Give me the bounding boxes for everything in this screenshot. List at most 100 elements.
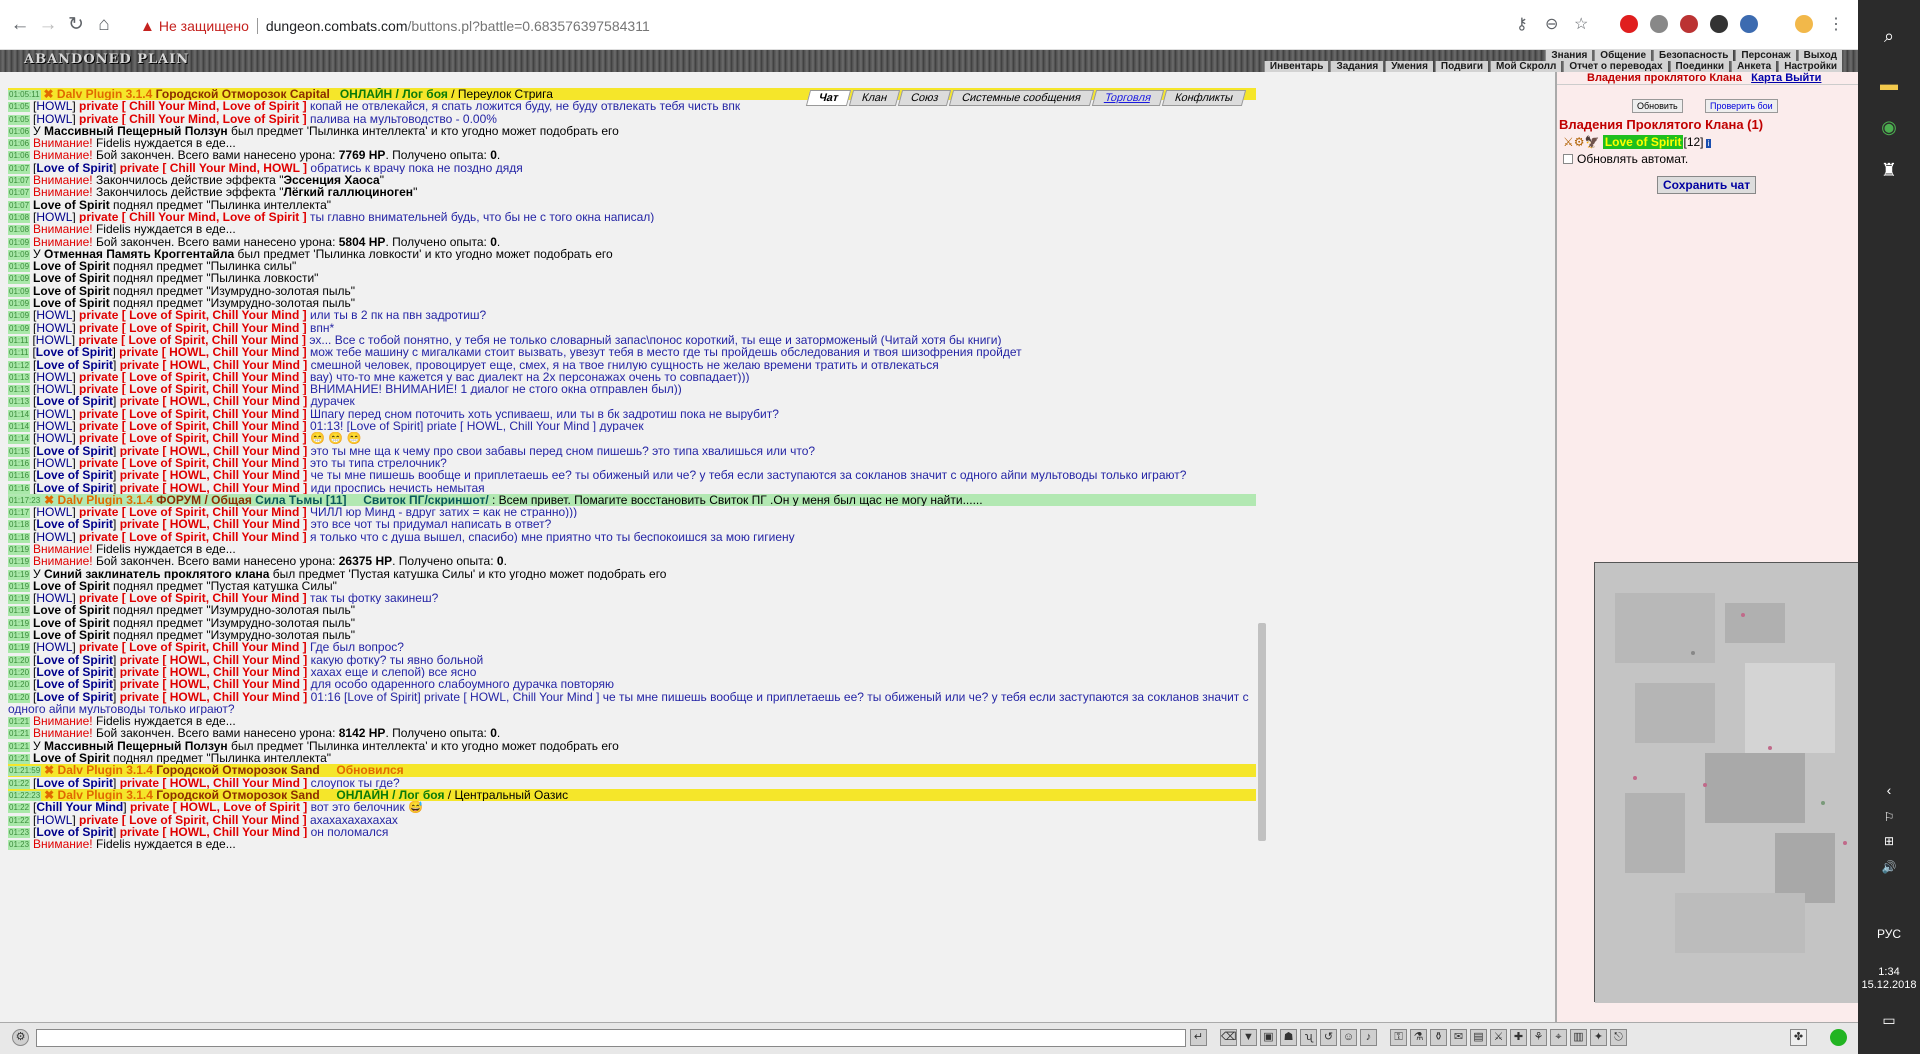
chat-timestamp[interactable]: 01:06 [8, 151, 31, 162]
chat-timestamp[interactable]: 01:14 [8, 422, 31, 433]
chat-timestamp[interactable]: 01:15 [8, 446, 31, 457]
chat-timestamp[interactable]: 01:19 [8, 569, 31, 580]
record-ext-icon[interactable] [1680, 15, 1698, 33]
chat-timestamp[interactable]: 01:16 [8, 458, 31, 469]
chat-timestamp[interactable]: 01:07 [8, 200, 31, 211]
tab-2[interactable]: Союз [897, 90, 952, 106]
auto-refresh-checkbox[interactable]: Обновлять автомат. [1563, 152, 1688, 166]
chat-timestamp[interactable]: 01:07 [8, 163, 31, 174]
zoom-icon[interactable]: ⊖ [1545, 15, 1558, 35]
menu-icon[interactable]: ⋮ [1828, 15, 1844, 35]
opera-ext-icon[interactable] [1620, 15, 1638, 33]
chat-timestamp[interactable]: 01:06 [8, 139, 31, 150]
menu-item[interactable]: Умения [1385, 61, 1433, 72]
menu-item[interactable]: Настройки [1778, 61, 1842, 72]
chat-timestamp[interactable]: 01:19 [8, 606, 31, 617]
file-explorer-icon[interactable]: ▬ [1877, 72, 1901, 96]
exit-icon[interactable]: ⎋ [1610, 1029, 1627, 1046]
chat-timestamp[interactable]: 01:19 [8, 643, 31, 654]
run-icon[interactable]: ☗ [1280, 1029, 1297, 1046]
save-icon[interactable]: ▣ [1260, 1029, 1277, 1046]
chat-timestamp[interactable]: 01:22:23 [8, 790, 42, 801]
chat-timestamp[interactable]: 01:09 [8, 274, 31, 285]
wot-icon[interactable]: ♜ [1877, 158, 1901, 182]
chat-timestamp[interactable]: 01:21 [8, 729, 31, 740]
chat-timestamp[interactable]: 01:09 [8, 311, 31, 322]
menu-item[interactable]: Персонаж [1735, 50, 1796, 61]
chat-timestamp[interactable]: 01:19 [8, 631, 31, 642]
chat-timestamp[interactable]: 01:23 [8, 827, 31, 838]
chat-timestamp[interactable]: 01:05 [8, 114, 31, 125]
forward-icon[interactable]: → [36, 14, 60, 36]
chrome-icon[interactable]: ◉ [1877, 115, 1901, 139]
chat-timestamp[interactable]: 01:05:11 [8, 90, 41, 100]
menu-item[interactable]: Мой Скролл [1490, 61, 1562, 72]
chat-timestamp[interactable]: 01:22 [8, 815, 31, 826]
chat-timestamp[interactable]: 01:08 [8, 212, 31, 223]
chat-timestamp[interactable]: 01:19 [8, 544, 31, 555]
checkbox-box[interactable] [1563, 154, 1573, 164]
info-icon[interactable]: i [1705, 139, 1712, 148]
chat-timestamp[interactable]: 01:11 [8, 348, 30, 359]
key-icon[interactable]: ⚷ [1516, 15, 1528, 35]
chat-timestamp[interactable]: 01:17:23 [8, 495, 42, 506]
profile-avatar[interactable] [1795, 15, 1813, 33]
chat-timestamp[interactable]: 01:19 [8, 594, 31, 605]
tab-1[interactable]: Клан [848, 90, 901, 106]
map-exit-link[interactable]: Карта Выйти [1751, 72, 1821, 84]
chat-timestamp[interactable]: 01:08 [8, 225, 31, 236]
chat-timestamp[interactable]: 01:07 [8, 188, 31, 199]
chat-timestamp[interactable]: 01:09 [8, 237, 31, 248]
chat-timestamp[interactable]: 01:19 [8, 581, 31, 592]
chat-timestamp[interactable]: 01:05 [8, 102, 31, 113]
menu-item[interactable]: Отчет о переводах [1563, 61, 1668, 72]
scroll-thumb[interactable] [1258, 623, 1266, 841]
chat-scrollbar[interactable] [1256, 90, 1268, 1022]
menu-item[interactable]: Анкета [1731, 61, 1777, 72]
chat-timestamp[interactable]: 01:16 [8, 483, 31, 494]
chat-timestamp[interactable]: 01:13 [8, 385, 31, 396]
bottle-icon[interactable]: ⚱ [1430, 1029, 1447, 1046]
tab-0[interactable]: Чат [805, 90, 852, 106]
map-icon[interactable]: ⌖ [1550, 1029, 1567, 1046]
save-chat-button[interactable]: Сохранить чат [1657, 176, 1757, 194]
key-item-icon[interactable]: ✦ [1590, 1029, 1607, 1046]
tab-5[interactable]: Конфликты [1161, 90, 1247, 106]
tray-volume-icon[interactable]: 🔊 [1877, 855, 1901, 879]
input-language[interactable]: РУС [1858, 927, 1920, 941]
back-icon[interactable]: ← [8, 14, 32, 36]
reload-icon[interactable]: ↻ [64, 14, 88, 36]
chat-timestamp[interactable]: 01:18 [8, 532, 31, 543]
star-icon[interactable]: ☆ [1574, 15, 1588, 35]
chat-timestamp[interactable]: 01:17 [8, 508, 31, 519]
chat-timestamp[interactable]: 01:12 [8, 360, 31, 371]
chat-timestamp[interactable]: 01:23 [8, 840, 31, 851]
tab-3[interactable]: Системные сообщения [949, 90, 1095, 106]
chat-timestamp[interactable]: 01:09 [8, 323, 31, 334]
chat-timestamp[interactable]: 01:06 [8, 126, 31, 137]
filter-icon[interactable]: ▼ [1240, 1029, 1257, 1046]
menu-item[interactable]: Выход [1797, 50, 1842, 61]
chat-timestamp[interactable]: 01:22 [8, 803, 31, 814]
chat-timestamp[interactable]: 01:19 [8, 618, 31, 629]
dungeon-minimap[interactable] [1594, 562, 1861, 1003]
chat-timestamp[interactable]: 01:14 [8, 434, 31, 445]
menu-item[interactable]: Инвентарь [1263, 61, 1329, 72]
heal-icon[interactable]: ✚ [1510, 1029, 1527, 1046]
chat-timestamp[interactable]: 01:21:59 [8, 766, 42, 777]
elixir-icon[interactable]: ⚘ [1530, 1029, 1547, 1046]
smile-icon[interactable]: ☺ [1340, 1029, 1357, 1046]
chat-timestamp[interactable]: 01:09 [8, 299, 31, 310]
notifications-icon[interactable]: ▭ [1877, 1008, 1901, 1032]
chat-timestamp[interactable]: 01:09 [8, 286, 31, 297]
menu-item[interactable]: Подвиги [1434, 61, 1489, 72]
chat-timestamp[interactable]: 01:20 [8, 680, 31, 691]
search-icon[interactable]: ⌕ [1877, 24, 1901, 48]
sound-icon[interactable]: ♪ [1360, 1029, 1377, 1046]
menu-item[interactable]: Знания [1545, 50, 1593, 61]
send-icon[interactable]: ↵ [1190, 1029, 1207, 1046]
chat-timestamp[interactable]: 01:22 [8, 778, 31, 789]
sword-icon[interactable]: ⚔ [1490, 1029, 1507, 1046]
menu-item[interactable]: Задания [1330, 61, 1384, 72]
inventory-icon[interactable]: ⚿ [1390, 1029, 1407, 1046]
